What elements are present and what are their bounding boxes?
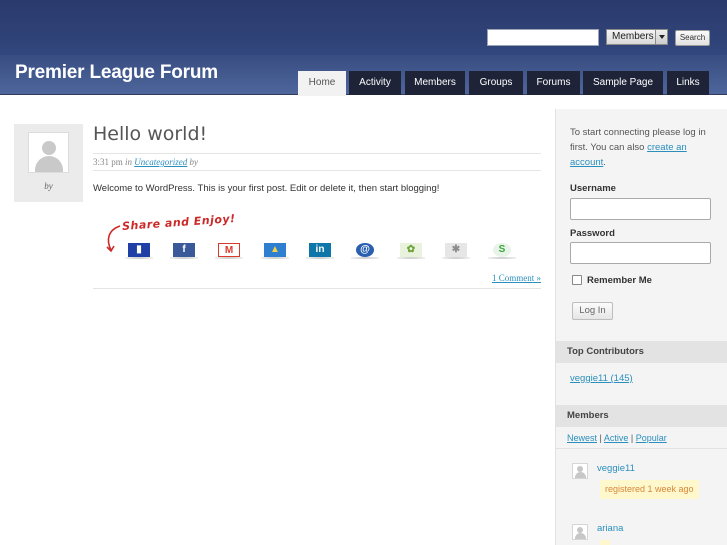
facebook-icon[interactable]: f [170,240,198,259]
password-label: Password [570,228,615,239]
remember-me-label[interactable]: Remember Me [587,275,652,286]
post-meta-in: in [125,157,133,167]
login-prompt: To start connecting please log in first.… [570,125,720,170]
avatar-body-shape [35,156,63,172]
share-glyph: ✱ [445,243,467,257]
share-glyph: M [218,243,240,257]
avatar-body-shape [575,472,586,478]
share-glyph: @ [356,243,374,257]
nav-tab-home[interactable]: Home [298,71,346,96]
divider [93,153,541,154]
member-name-link[interactable]: ariana [597,523,623,534]
share-glyph: ✿ [400,243,422,257]
share-title: Share and Enjoy! [121,212,237,233]
members-widget-title: Members [556,405,727,427]
site-title[interactable]: Premier League Forum [15,62,218,84]
filter-active-link[interactable]: Active [604,433,629,443]
divider [556,448,727,449]
search-input[interactable] [487,29,599,46]
icon-shadow [442,257,470,259]
filter-separator: | [628,433,636,443]
top-contributors-title: Top Contributors [556,341,727,363]
avatar-body-shape [575,533,586,539]
print-icon[interactable]: ▮ [125,240,153,259]
linkedin-icon[interactable]: in [306,240,334,259]
members-filter: Newest | Active | Popular [567,433,667,443]
post-author-by: by [44,181,53,191]
post-meta-by: by [189,157,199,167]
icon-shadow [170,257,198,259]
icon-shadow [215,257,243,259]
filter-separator: | [597,433,604,443]
divider [93,288,541,289]
digg-icon[interactable]: ✱ [442,240,470,259]
search-button[interactable]: Search [675,30,710,46]
post-author-box: by [14,124,83,202]
share-glyph: ▲ [264,243,286,257]
icon-shadow [125,257,153,259]
avatar-head-shape [42,141,56,155]
remember-me-checkbox[interactable] [572,275,582,285]
share-glyph: f [173,243,195,257]
username-field[interactable] [570,198,711,220]
member-activity-badge [600,540,610,545]
icon-shadow [488,257,516,259]
nav-tab-forums[interactable]: Forums [527,71,580,95]
password-field[interactable] [570,242,711,264]
nav-tab-members[interactable]: Members [405,71,465,95]
post-body: Welcome to WordPress. This is your first… [93,183,440,194]
login-button[interactable]: Log In [572,302,613,320]
divider [93,170,541,171]
search-scope-value: Members [612,31,654,42]
post-meta: 3:31 pm in Uncategorized by [93,157,198,167]
username-label: Username [570,183,616,194]
post-category-link[interactable]: Uncategorized [134,157,187,167]
nav-tab-sample-page[interactable]: Sample Page [583,71,663,95]
chevron-down-icon [655,30,667,44]
share-glyph: in [309,243,331,257]
member-activity-badge: registered 1 week ago [600,480,699,499]
gmail-icon[interactable]: M [215,240,243,259]
email-icon[interactable]: @ [351,240,379,259]
nav-tab-links[interactable]: Links [667,71,709,95]
post-title[interactable]: Hello world! [93,123,207,145]
curved-arrow-icon [106,225,121,253]
stumble-icon[interactable]: S [488,240,516,259]
share-glyph: S [493,243,511,257]
avatar[interactable] [28,132,69,173]
avatar[interactable] [572,524,588,540]
filter-newest-link[interactable]: Newest [567,433,597,443]
icon-shadow [306,257,334,259]
login-prompt-end: . [603,157,606,168]
icon-shadow [351,257,379,259]
photo-share-icon[interactable]: ▲ [261,240,289,259]
member-name-link[interactable]: veggie11 [597,463,635,474]
top-contributor-link[interactable]: veggie11 (145) [570,373,633,384]
post-time: 3:31 pm [93,157,123,167]
nav-tab-groups[interactable]: Groups [469,71,523,95]
share-glyph: ▮ [128,243,150,257]
leaf-icon[interactable]: ✿ [397,240,425,259]
search-scope-select[interactable]: Members [606,29,668,45]
nav-tab-activity[interactable]: Activity [349,71,401,95]
comments-link[interactable]: 1 Comment » [492,273,541,283]
icon-shadow [397,257,425,259]
icon-shadow [261,257,289,259]
filter-popular-link[interactable]: Popular [636,433,667,443]
avatar[interactable] [572,463,588,479]
